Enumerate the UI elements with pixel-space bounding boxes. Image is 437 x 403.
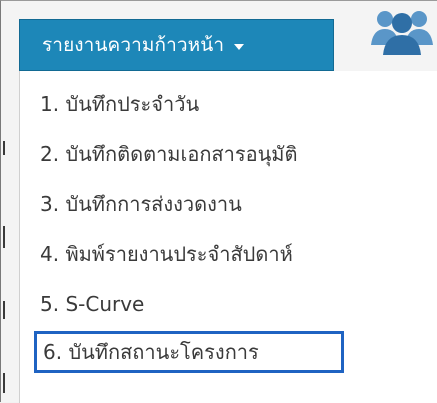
menu-item-label: 5. S-Curve [40, 292, 145, 316]
dropdown-menu: 1. บันทึกประจำวัน 2. บันทึกติดตามเอกสารอ… [19, 71, 437, 403]
screenshot-frame: รายงานความก้าวหน้า 1. บันทึกประจำวัน 2. … [0, 0, 437, 403]
menu-item-weekly-report-print[interactable]: 4. พิมพ์รายงานประจำสัปดาห์ [40, 235, 293, 273]
dropdown-label: รายงานความก้าวหน้า [42, 34, 225, 56]
menu-item-project-status[interactable]: 6. บันทึกสถานะโครงการ [34, 331, 344, 373]
edge-mark [3, 141, 5, 155]
users-icon-svg [371, 11, 433, 55]
menu-item-approval-tracking[interactable]: 2. บันทึกติดตามเอกสารอนุมัติ [40, 135, 297, 173]
users-icon[interactable] [369, 5, 437, 55]
menu-item-s-curve[interactable]: 5. S-Curve [40, 285, 144, 323]
edge-mark [3, 301, 5, 319]
edge-mark [3, 373, 5, 393]
menu-item-daily-record[interactable]: 1. บันทึกประจำวัน [40, 85, 199, 123]
menu-item-label: 6. บันทึกสถานะโครงการ [43, 340, 259, 364]
menu-item-label: 3. บันทึกการส่งงวดงาน [40, 192, 242, 216]
menu-item-label: 2. บันทึกติดตามเอกสารอนุมัติ [40, 142, 298, 166]
progress-report-dropdown-button[interactable]: รายงานความก้าวหน้า [19, 19, 334, 71]
menu-item-label: 1. บันทึกประจำวัน [40, 92, 200, 116]
caret-down-icon [234, 43, 245, 50]
menu-item-label: 4. พิมพ์รายงานประจำสัปดาห์ [40, 242, 293, 266]
menu-item-installment-submission[interactable]: 3. บันทึกการส่งงวดงาน [40, 185, 242, 223]
edge-mark [3, 226, 5, 248]
